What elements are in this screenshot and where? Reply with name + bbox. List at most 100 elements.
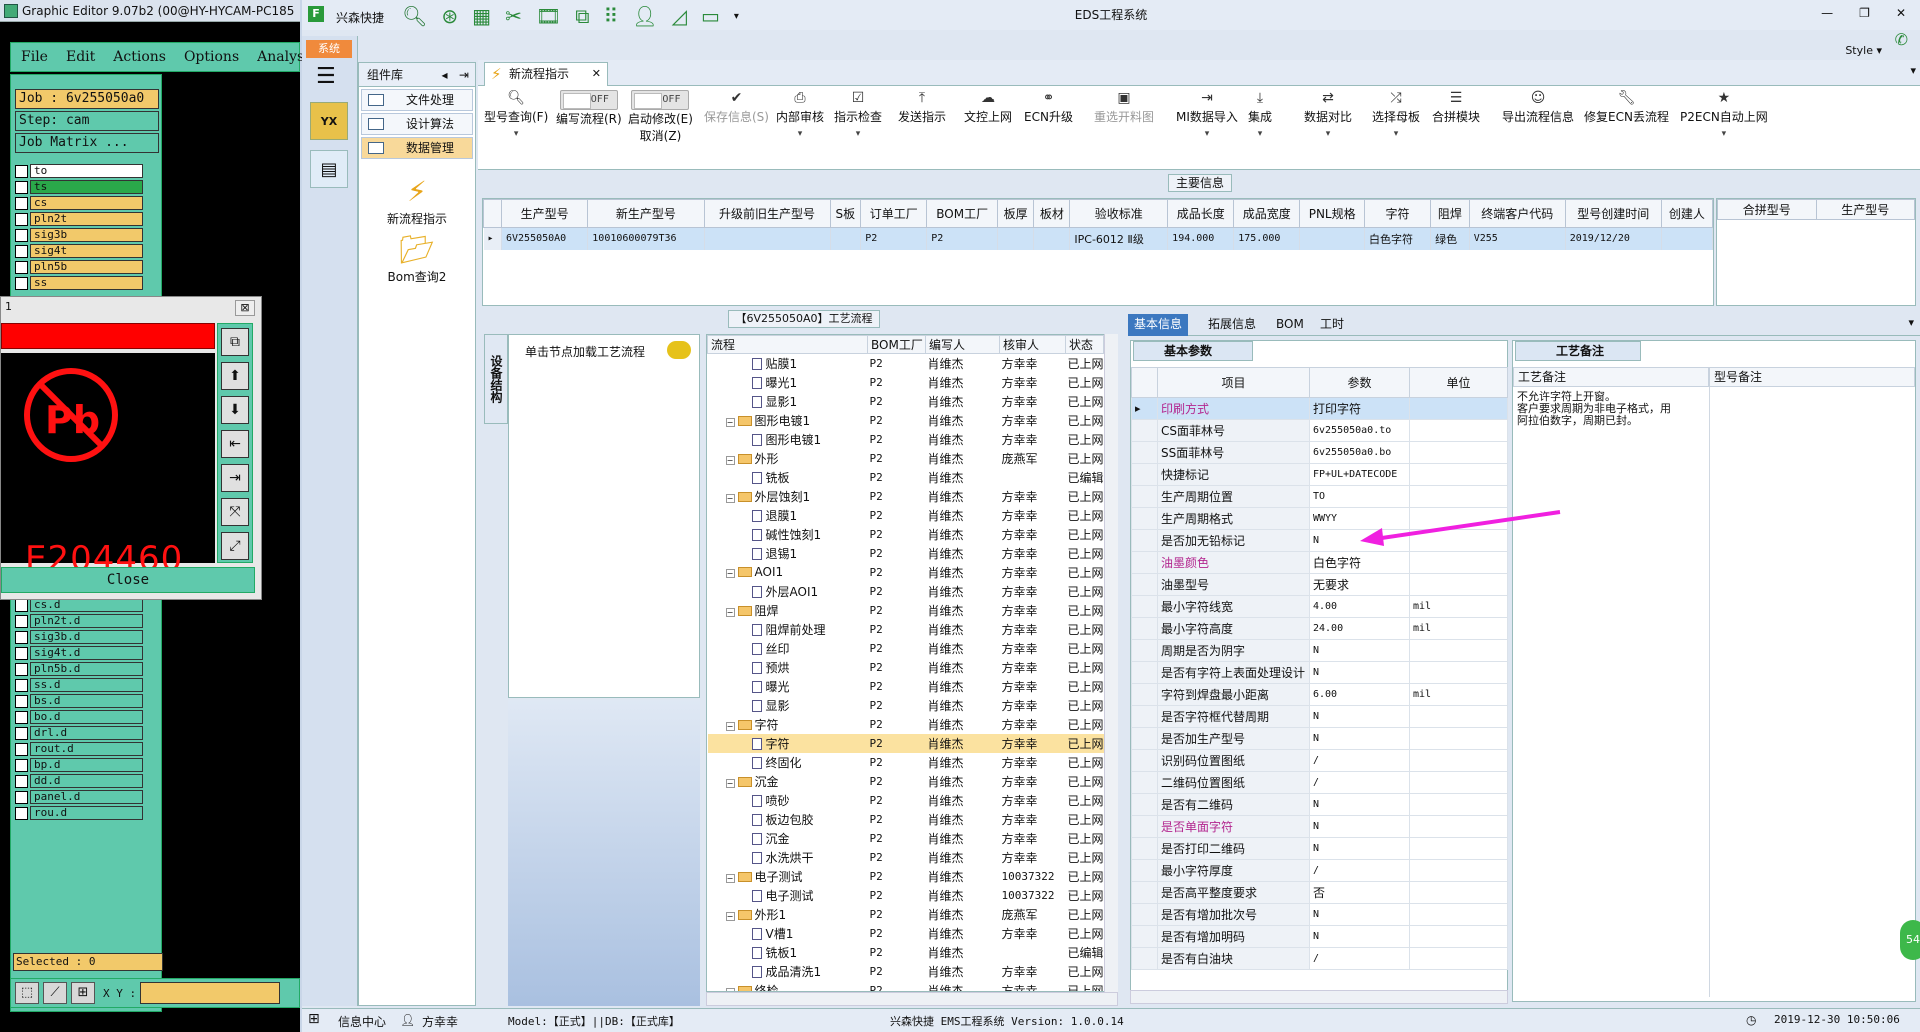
- layer-checkbox[interactable]: [15, 694, 28, 708]
- dropdown-icon[interactable]: ▾: [484, 129, 548, 139]
- style-menu[interactable]: Style ▾: [1845, 44, 1882, 57]
- param-value[interactable]: 无要求: [1309, 573, 1410, 596]
- ribbon-button-16[interactable]: 🔧︎ 修复ECN丢流程: [1584, 90, 1669, 125]
- tool-5-icon[interactable]: ⇥: [221, 464, 249, 492]
- collapse-icon[interactable]: −: [725, 455, 735, 465]
- layer-checkbox[interactable]: [15, 614, 28, 628]
- collapse-icon[interactable]: −: [725, 493, 735, 503]
- ribbon-button-12[interactable]: ⇄ 数据对比 ▾: [1304, 90, 1352, 139]
- param-row[interactable]: 是否有字符上表面处理设计 N: [1131, 661, 1508, 684]
- ribbon-button-0[interactable]: 🔍︎ 型号查询(F) ▾: [484, 90, 548, 139]
- restore-icon[interactable]: ❐: [1859, 6, 1870, 20]
- param-row[interactable]: 快捷标记 FP+UL+DATECODE: [1131, 463, 1508, 486]
- layer-checkbox[interactable]: [15, 774, 28, 788]
- area-chart-icon[interactable]: ◿: [672, 4, 687, 28]
- bom-query-item[interactable]: 📂︎ Bom查询2: [359, 233, 475, 285]
- param-value[interactable]: 4.00: [1309, 595, 1410, 618]
- popup-close-button[interactable]: Close: [1, 567, 255, 593]
- close-icon[interactable]: ✕: [1896, 6, 1906, 20]
- params-horizontal-scrollbar[interactable]: [1130, 990, 1508, 1004]
- tree-row[interactable]: − 阻焊 P2 肖维杰 方幸幸 已上网: [708, 601, 1104, 620]
- layer-checkbox[interactable]: [15, 646, 28, 660]
- tree-row[interactable]: − 外形1 P2 肖维杰 庞燕军 已上网: [708, 905, 1104, 924]
- column-header[interactable]: 升级前旧生产型号: [703, 199, 831, 228]
- layer-checkbox[interactable]: [15, 630, 28, 644]
- param-value[interactable]: 24.00: [1309, 617, 1410, 640]
- menu-edit[interactable]: Edit: [66, 49, 95, 65]
- layer-checkbox[interactable]: [15, 180, 28, 194]
- param-row[interactable]: 是否有增加明码 N: [1131, 925, 1508, 948]
- tree-row[interactable]: 显影1 P2 肖维杰 方幸幸 已上网: [708, 392, 1104, 411]
- tree-row[interactable]: − 终检 P2 肖维杰 方幸幸 已上网: [708, 981, 1104, 991]
- tree-row[interactable]: 退膜1 P2 肖维杰 方幸幸 已上网: [708, 506, 1104, 525]
- param-row[interactable]: 最小字符高度 24.00 mil: [1131, 617, 1508, 640]
- calculator-icon[interactable]: ▤: [310, 150, 348, 188]
- column-header[interactable]: PNL规格: [1299, 199, 1366, 228]
- collapse-arrows-icon[interactable]: ◂ ⇥: [441, 63, 469, 87]
- component-design-algorithm[interactable]: 设计算法: [361, 113, 473, 135]
- tool-7-icon[interactable]: ⤢: [221, 532, 249, 560]
- layer-row[interactable]: ss: [15, 275, 143, 291]
- column-header[interactable]: 字符: [1364, 199, 1432, 228]
- layer-row[interactable]: pln2t: [15, 211, 143, 227]
- param-row[interactable]: 最小字符厚度 /: [1131, 859, 1508, 882]
- tab-work-hours[interactable]: 工时: [1314, 314, 1350, 336]
- param-value[interactable]: /: [1309, 859, 1410, 882]
- zoom-icon[interactable]: ⬚: [15, 982, 39, 1004]
- column-header[interactable]: 阻焊: [1430, 199, 1470, 228]
- ribbon-button-7[interactable]: ☁ 文控上网: [964, 90, 1012, 125]
- param-value[interactable]: N: [1309, 661, 1410, 684]
- layer-row[interactable]: ts: [15, 179, 143, 195]
- params-column-header[interactable]: 参数: [1309, 367, 1410, 398]
- layer-row[interactable]: pln2t.d: [15, 613, 143, 629]
- layer-row[interactable]: sig4t: [15, 243, 143, 259]
- tool-1-icon[interactable]: ⧉: [221, 328, 249, 356]
- column-header[interactable]: 验收标准: [1069, 199, 1169, 228]
- layer-row[interactable]: sig4t.d: [15, 645, 143, 661]
- job-matrix-button[interactable]: Job Matrix ...: [15, 133, 159, 153]
- param-value[interactable]: FP+UL+DATECODE: [1309, 463, 1410, 486]
- tree-row[interactable]: 外层AOI1 P2 肖维杰 方幸幸 已上网: [708, 582, 1104, 601]
- tree-row[interactable]: 阻焊前处理 P2 肖维杰 方幸幸 已上网: [708, 620, 1104, 639]
- tab-scroll-icon[interactable]: ▾: [1910, 64, 1916, 77]
- dropdown-icon[interactable]: ▾: [1304, 129, 1352, 139]
- grid-icon[interactable]: ⊞: [71, 982, 95, 1004]
- hamburger-icon[interactable]: ☰: [316, 64, 336, 89]
- collapse-icon[interactable]: −: [725, 873, 735, 883]
- tree-row[interactable]: 曝光1 P2 肖维杰 方幸幸 已上网: [708, 373, 1104, 392]
- param-row[interactable]: 生产周期格式 WWYY: [1131, 507, 1508, 530]
- layer-row[interactable]: sig3b.d: [15, 629, 143, 645]
- minimize-icon[interactable]: —: [1821, 6, 1833, 20]
- tree-row[interactable]: − 沉金 P2 肖维杰 方幸幸 已上网: [708, 772, 1104, 791]
- layer-checkbox[interactable]: [15, 244, 28, 258]
- param-value[interactable]: 6v255050a0.to: [1309, 419, 1410, 442]
- collapse-icon[interactable]: −: [725, 721, 735, 731]
- ribbon-button-15[interactable]: ☺ 导出流程信息: [1502, 90, 1574, 125]
- column-header[interactable]: 订单工厂: [860, 199, 928, 228]
- column-header[interactable]: 板材: [1033, 199, 1071, 228]
- ribbon-button-10[interactable]: ⇥ MI数据导入 ▾: [1176, 90, 1238, 139]
- tree-row[interactable]: 贴膜1 P2 肖维杰 方幸幸 已上网: [708, 354, 1104, 373]
- tree-row[interactable]: 预烘 P2 肖维杰 方幸幸 已上网: [708, 658, 1104, 677]
- menu-options[interactable]: Options: [184, 49, 239, 65]
- param-value[interactable]: 打印字符: [1309, 397, 1410, 420]
- scissors-icon[interactable]: ✂: [505, 4, 522, 28]
- yx-factory-icon[interactable]: YX: [310, 102, 348, 140]
- lifebuoy-icon[interactable]: ⊛: [441, 4, 458, 28]
- layer-checkbox[interactable]: [15, 164, 28, 178]
- tab-basic-info[interactable]: 基本信息: [1128, 314, 1189, 336]
- tab-equipment-structure[interactable]: 设备结构: [484, 334, 508, 424]
- tab-new-flow[interactable]: ⚡︎ 新流程指示 ✕: [484, 62, 608, 86]
- grid-apps-icon[interactable]: ⠿: [604, 4, 619, 28]
- graphic-editor-titlebar[interactable]: Graphic Editor 9.07b2 (00@HY-HYCAM-PC185: [0, 0, 300, 22]
- dropdown-icon[interactable]: ▾: [1176, 129, 1238, 139]
- chat-bubble-icon[interactable]: [667, 341, 691, 359]
- layer-checkbox[interactable]: [15, 742, 28, 756]
- param-row[interactable]: SS面菲林号 6v255050a0.bo: [1131, 441, 1508, 464]
- tree-row[interactable]: 退锡1 P2 肖维杰 方幸幸 已上网: [708, 544, 1104, 563]
- tool-2-icon[interactable]: ⬆: [221, 362, 249, 390]
- tree-column-header[interactable]: 流程: [707, 335, 868, 354]
- layer-row[interactable]: pln5b: [15, 259, 143, 275]
- tree-column-header[interactable]: BOM工厂: [867, 335, 926, 354]
- layer-checkbox[interactable]: [15, 212, 28, 226]
